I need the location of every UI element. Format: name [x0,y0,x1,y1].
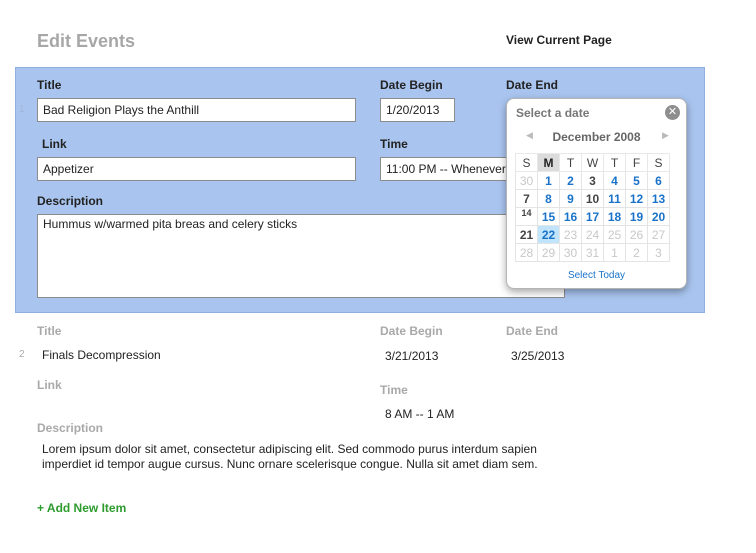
date-end-value[interactable]: 3/25/2013 [511,349,564,363]
time-label: Time [380,383,408,397]
calendar-day[interactable]: 30 [559,243,582,262]
weekday-header: T [603,153,626,172]
calendar-day[interactable]: 8 [537,189,560,208]
calendar-day[interactable]: 25 [603,225,626,244]
title-value[interactable]: Finals Decompression [42,348,161,362]
calendar-day[interactable]: 17 [581,207,604,226]
calendar-day[interactable]: 7 [515,189,538,208]
description-value[interactable]: Lorem ipsum dolor sit amet, consectetur … [42,442,552,472]
calendar-day[interactable]: 4 [603,171,626,190]
month-label: December 2008 [552,130,641,144]
title-label: Title [37,324,62,338]
date-picker-header: Select a date [516,106,590,120]
calendar-day[interactable]: 1 [603,243,626,262]
title-input[interactable]: Bad Religion Plays the Anthill [37,98,356,122]
calendar-day[interactable]: 16 [559,207,582,226]
calendar-day[interactable]: 29 [537,243,560,262]
calendar-day[interactable]: 19 [625,207,648,226]
date-begin-input[interactable]: 1/20/2013 [380,98,455,122]
calendar-day[interactable]: 14 [515,207,538,226]
calendar-grid: S M T W T F S 30 1 2 3 4 5 6 7 8 9 10 11… [515,153,670,262]
calendar-day[interactable]: 5 [625,171,648,190]
weekday-header: M [537,153,560,172]
weekday-header: T [559,153,582,172]
row-number: 2 [19,349,25,360]
calendar-day[interactable]: 13 [647,189,670,208]
calendar-day[interactable]: 11 [603,189,626,208]
date-end-label: Date End [506,78,559,92]
time-input[interactable]: 11:00 PM -- Whenever [380,157,510,181]
weekday-header: F [625,153,648,172]
date-begin-label: Date Begin [380,324,443,338]
date-end-label: Date End [506,324,559,338]
calendar-day[interactable]: 26 [625,225,648,244]
date-begin-value[interactable]: 3/21/2013 [385,349,438,363]
calendar-day[interactable]: 30 [515,171,538,190]
link-label: Link [37,378,62,392]
calendar-day[interactable]: 3 [647,243,670,262]
calendar-day[interactable]: 18 [603,207,626,226]
view-current-page-link[interactable]: View Current Page [506,33,612,47]
title-label: Title [37,78,62,92]
calendar-day[interactable]: 15 [537,207,560,226]
calendar-day[interactable]: 31 [581,243,604,262]
description-label: Description [37,421,104,435]
calendar-day[interactable]: 23 [559,225,582,244]
calendar-day[interactable]: 2 [559,171,582,190]
calendar-day[interactable]: 10 [581,189,604,208]
date-picker-popup: Select a date ✕ ◀ December 2008 ▶ S M T … [506,98,687,289]
calendar-day[interactable]: 21 [515,225,538,244]
close-icon[interactable]: ✕ [665,105,680,120]
weekday-header: S [647,153,670,172]
row-number: 1 [19,104,25,115]
date-begin-label: Date Begin [380,78,443,92]
calendar-day[interactable]: 24 [581,225,604,244]
time-label: Time [380,137,408,151]
time-value[interactable]: 8 AM -- 1 AM [385,407,454,421]
description-textarea[interactable]: Hummus w/warmed pita breas and celery st… [37,214,565,298]
calendar-day-selected[interactable]: 22 [537,225,560,244]
description-label: Description [37,194,104,208]
calendar-day[interactable]: 27 [647,225,670,244]
calendar-day[interactable]: 9 [559,189,582,208]
next-month-icon[interactable]: ▶ [662,130,669,141]
calendar-day[interactable]: 1 [537,171,560,190]
weekday-header: W [581,153,604,172]
calendar-day[interactable]: 2 [625,243,648,262]
link-input[interactable]: Appetizer [37,157,356,181]
calendar-day[interactable]: 3 [581,171,604,190]
add-new-item-button[interactable]: + Add New Item [37,501,126,515]
select-today-link[interactable]: Select Today [507,270,686,281]
page-title: Edit Events [37,31,136,51]
link-label: Link [42,137,67,151]
calendar-day[interactable]: 12 [625,189,648,208]
calendar-day[interactable]: 28 [515,243,538,262]
calendar-day[interactable]: 20 [647,207,670,226]
weekday-header: S [515,153,538,172]
calendar-day[interactable]: 6 [647,171,670,190]
